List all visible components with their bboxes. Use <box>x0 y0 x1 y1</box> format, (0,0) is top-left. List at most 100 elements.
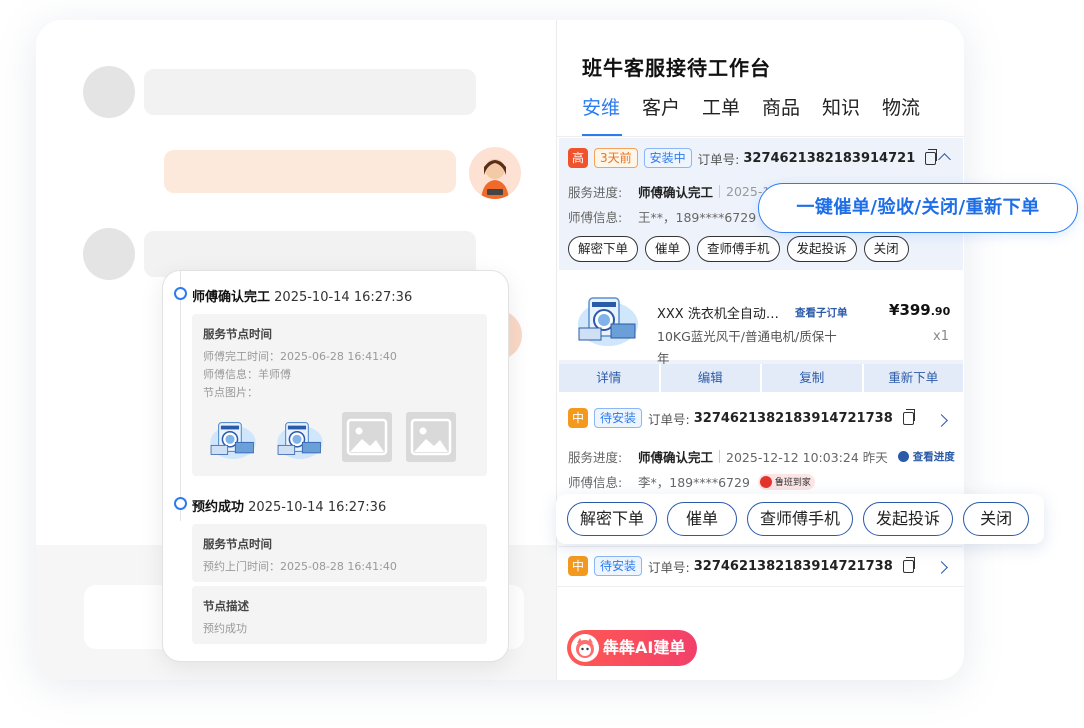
order-card: 高 3天前 安装中 订单号: 3274621382183914721 服务进度:… <box>559 138 963 392</box>
agent-avatar <box>469 147 521 199</box>
complaint-button[interactable]: 发起投诉 <box>863 502 954 536</box>
event-description-box: 节点描述 预约成功 <box>192 586 487 644</box>
timeline-event-header: 师傅确认完工 2025-10-14 16:27:36 <box>192 286 412 305</box>
price-integer: 399 <box>899 301 931 319</box>
check-master-phone-button[interactable]: 查师傅手机 <box>747 502 854 536</box>
view-sub-order-link[interactable]: 查看子订单 <box>795 305 848 320</box>
chevron-up-icon[interactable] <box>938 153 951 166</box>
enlarged-action-bar: 解密下单 催单 查师傅手机 发起投诉 关闭 <box>556 494 1044 544</box>
node-image[interactable] <box>208 412 258 462</box>
price-symbol: ¥ <box>889 301 900 319</box>
timeline-dot <box>174 497 187 510</box>
mascot-icon <box>571 634 599 662</box>
agent-message-bubble <box>164 150 456 193</box>
copy-icon[interactable] <box>925 148 938 165</box>
order-header: 中 待安装 订单号: 3274621382183914721738 <box>568 408 915 428</box>
reorder-button[interactable]: 重新下单 <box>864 364 964 392</box>
timeline-dot <box>174 287 187 300</box>
image-placeholder-icon[interactable] <box>406 412 456 462</box>
order-header: 中 待安装 订单号: 3274621382183914721738 <box>568 556 915 576</box>
urge-button[interactable]: 催单 <box>645 236 691 262</box>
tab-logistics[interactable]: 物流 <box>882 96 942 136</box>
edit-button[interactable]: 编辑 <box>661 364 762 392</box>
order-label: 订单号: <box>697 151 740 167</box>
washing-machine-image <box>575 284 641 350</box>
progress-value: 师傅确认完工 <box>638 185 714 200</box>
product-section: XXX 洗衣机全自动… 查看子订单 ¥399.90 10KG蓝光风干/普通电机/… <box>559 270 963 366</box>
stage: 班牛客服接待工作台 安维 客户 工单 商品 知识 物流 高 3天前 安装中 订单… <box>0 0 1084 728</box>
node-images-label: 节点图片： <box>203 386 258 399</box>
customer-avatar <box>83 228 135 280</box>
progress-icon <box>897 451 909 462</box>
tab-product[interactable]: 商品 <box>762 96 822 136</box>
master-row: 师傅信息: 李*，189****6729 鲁班到家 <box>568 472 815 491</box>
box-title: 节点描述 <box>203 599 249 613</box>
status-tag: 安装中 <box>643 148 692 168</box>
timeline-line <box>180 271 181 521</box>
event-detail-box: 服务节点时间 师傅完工时间：2025-06-28 16:41:40 师傅信息：羊… <box>192 314 487 476</box>
quantity: x1 <box>933 329 949 344</box>
box-title: 服务节点时间 <box>203 327 272 341</box>
status-tag: 待安装 <box>594 556 643 576</box>
price-decimal: .90 <box>930 305 951 318</box>
copy-icon[interactable] <box>902 408 915 425</box>
priority-badge: 高 <box>568 148 588 168</box>
service-provider-badge: 鲁班到家 <box>757 473 815 490</box>
tab-install-maintenance[interactable]: 安维 <box>582 96 642 136</box>
progress-time: 2025-12-12 10:03:24 昨天 <box>726 450 888 465</box>
order-number: 3274621382183914721738 <box>693 558 893 574</box>
order-number: 3274621382183914721 <box>743 150 916 166</box>
order-label: 订单号: <box>648 411 690 427</box>
status-tag: 待安装 <box>594 408 643 428</box>
node-image[interactable] <box>275 412 325 462</box>
copy-icon[interactable] <box>902 556 915 573</box>
list-divider <box>557 586 964 587</box>
priority-badge: 中 <box>568 408 588 428</box>
event-title: 师傅确认完工 <box>192 290 271 305</box>
finish-time: 师傅完工时间：2025-06-28 16:41:40 <box>203 350 397 363</box>
progress-row: 服务进度: 师傅确认完工 2025-12-12 10:03:24 昨天 查看进度 <box>568 447 955 466</box>
copy-button[interactable]: 复制 <box>762 364 864 392</box>
tab-work-order[interactable]: 工单 <box>702 96 762 136</box>
event-title: 预约成功 <box>192 500 245 515</box>
separator <box>719 185 721 198</box>
order-label: 订单号: <box>648 559 690 575</box>
tab-knowledge[interactable]: 知识 <box>822 96 882 136</box>
decrypt-order-button[interactable]: 解密下单 <box>567 502 658 536</box>
tab-divider <box>557 136 964 137</box>
chevron-right-icon[interactable] <box>935 561 948 574</box>
provider-name: 鲁班到家 <box>774 478 811 488</box>
panel-title: 班牛客服接待工作台 <box>582 56 771 80</box>
ai-button-label: 犇犇AI建单 <box>603 638 686 657</box>
complaint-button[interactable]: 发起投诉 <box>786 236 857 262</box>
tab-customer[interactable]: 客户 <box>642 96 702 136</box>
decrypt-order-button[interactable]: 解密下单 <box>568 236 639 262</box>
ai-create-order-button[interactable]: 犇犇AI建单 <box>567 630 698 666</box>
order-actions: 解密下单 催单 查师傅手机 发起投诉 关闭 <box>568 236 916 262</box>
chevron-right-icon[interactable] <box>935 414 948 427</box>
box-title: 服务节点时间 <box>203 537 272 551</box>
progress-value: 师傅确认完工 <box>638 450 714 465</box>
view-progress-link[interactable]: 查看进度 <box>913 449 955 464</box>
urge-button[interactable]: 催单 <box>667 502 738 536</box>
master-label: 师傅信息: <box>568 475 623 490</box>
check-master-phone-button[interactable]: 查师傅手机 <box>697 236 780 262</box>
progress-label: 服务进度: <box>568 450 623 465</box>
details-button[interactable]: 详情 <box>559 364 661 392</box>
order-header: 高 3天前 安装中 订单号: 3274621382183914721 <box>568 148 938 168</box>
product-name[interactable]: XXX 洗衣机全自动… <box>657 303 779 322</box>
description-text: 预约成功 <box>203 622 247 635</box>
feature-callout: 一键催单/验收/关闭/重新下单 <box>758 183 1078 233</box>
message-bubble <box>144 69 476 115</box>
tab-bar: 安维 客户 工单 商品 知识 物流 <box>582 96 942 136</box>
master-row: 师傅信息: 王**，189****6729 <box>568 207 756 226</box>
event-time: 2025-10-14 16:27:36 <box>248 500 387 515</box>
close-button[interactable]: 关闭 <box>963 502 1030 536</box>
master-value: 王**，189****6729 <box>638 210 757 225</box>
close-button[interactable]: 关闭 <box>863 236 909 262</box>
price: ¥399.90 <box>889 301 950 319</box>
image-placeholder-icon[interactable] <box>342 412 392 462</box>
progress-label: 服务进度: <box>568 185 623 200</box>
customer-avatar <box>83 66 135 118</box>
master-info: 师傅信息：羊师傅 <box>203 368 291 381</box>
